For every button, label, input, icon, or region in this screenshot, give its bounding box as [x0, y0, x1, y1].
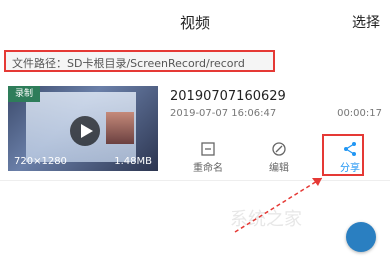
- watermark-text: 系统之家: [230, 209, 302, 230]
- watermark-logo-icon: [346, 222, 376, 252]
- annotation-arrow: [234, 177, 323, 233]
